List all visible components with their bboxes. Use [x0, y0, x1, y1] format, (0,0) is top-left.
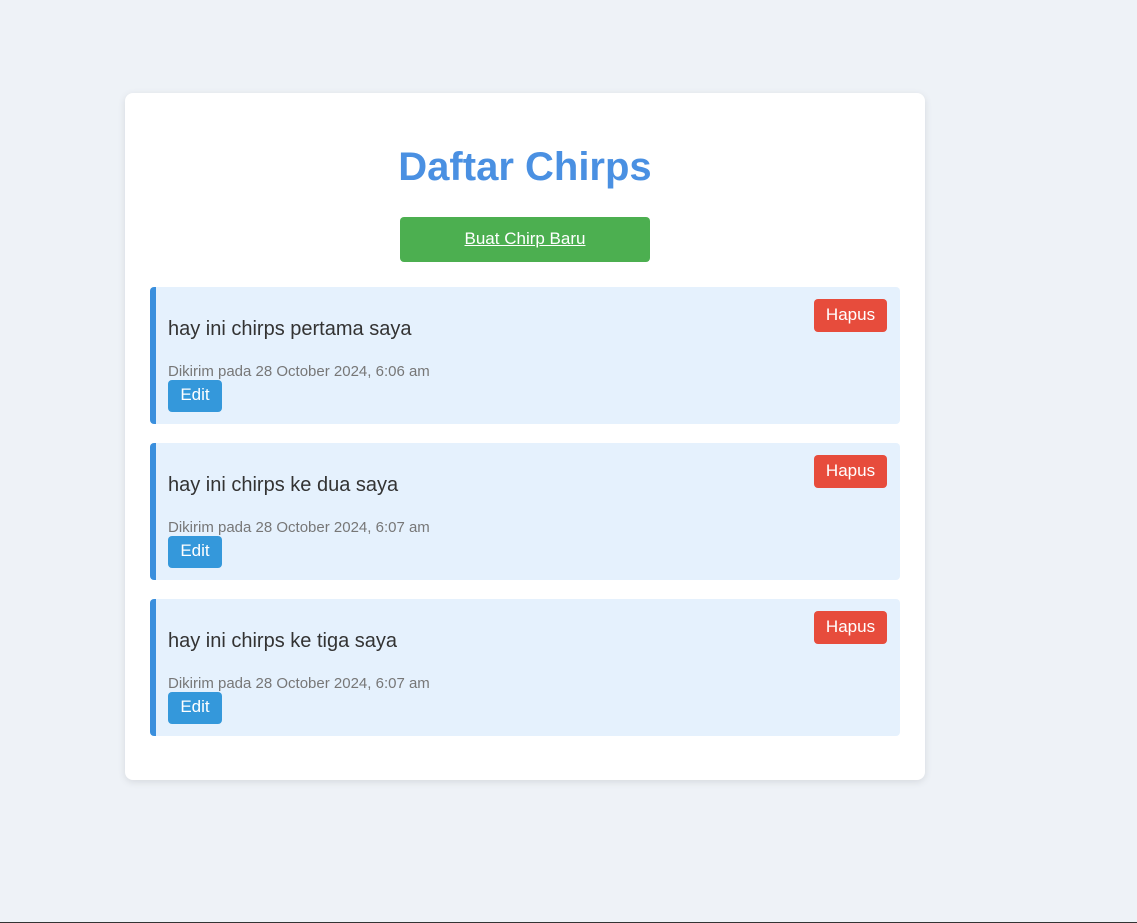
chirp-timestamp: Dikirim pada 28 October 2024, 6:07 am: [168, 519, 430, 536]
chirp-item: Hapus hay ini chirps pertama saya Dikiri…: [150, 287, 900, 424]
page-title: Daftar Chirps: [398, 145, 652, 189]
create-chirp-button[interactable]: Buat Chirp Baru: [400, 217, 650, 262]
edit-button[interactable]: Edit: [168, 380, 222, 412]
delete-button[interactable]: Hapus: [814, 455, 887, 488]
chirp-message: hay ini chirps ke tiga saya: [168, 630, 398, 652]
chirp-item: Hapus hay ini chirps ke dua saya Dikirim…: [150, 443, 900, 580]
chirp-list: Hapus hay ini chirps pertama saya Dikiri…: [150, 287, 900, 736]
chirp-timestamp: Dikirim pada 28 October 2024, 6:07 am: [168, 675, 430, 692]
create-button-wrap: Buat Chirp Baru: [150, 217, 900, 262]
edit-button[interactable]: Edit: [168, 536, 222, 568]
chirp-item: Hapus hay ini chirps ke tiga saya Dikiri…: [150, 599, 900, 736]
delete-button[interactable]: Hapus: [814, 611, 887, 644]
chirp-message: hay ini chirps pertama saya: [168, 318, 412, 340]
edit-button[interactable]: Edit: [168, 692, 222, 724]
chirp-message: hay ini chirps ke dua saya: [168, 474, 399, 496]
chirp-timestamp: Dikirim pada 28 October 2024, 6:06 am: [168, 363, 430, 380]
delete-button[interactable]: Hapus: [814, 299, 887, 332]
chirps-container: Daftar Chirps Buat Chirp Baru Hapus hay …: [125, 93, 925, 780]
